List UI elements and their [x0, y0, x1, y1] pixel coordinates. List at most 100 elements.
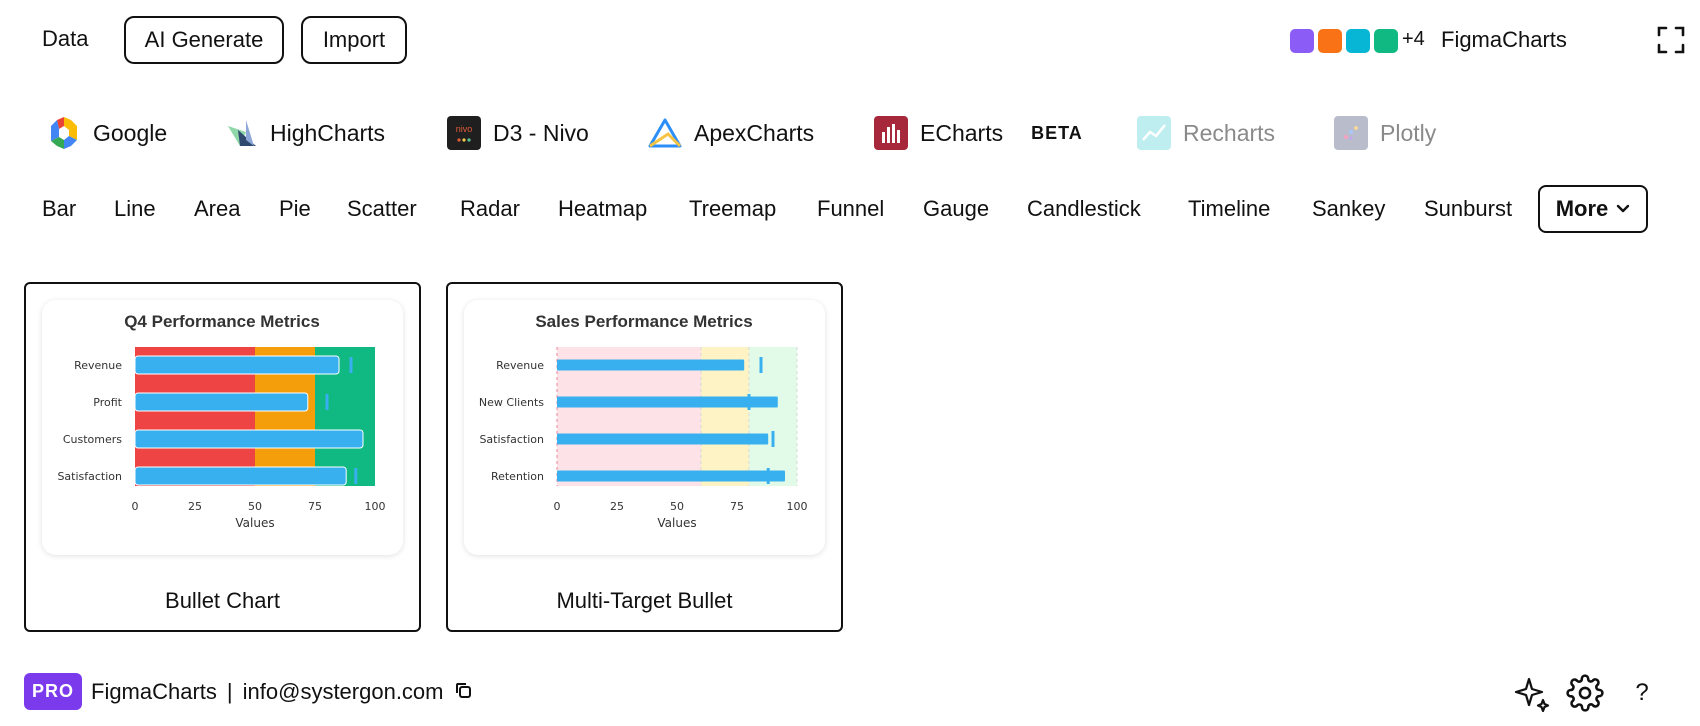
sparkle-icon[interactable] [1512, 673, 1552, 713]
library-google[interactable]: Google [47, 110, 167, 156]
chart-card-multi-target-bullet[interactable]: Sales Performance Metrics Revenue New Clie… [446, 282, 843, 632]
top-bar: Data AI Generate Import +4 FigmaCharts [0, 0, 1700, 82]
color-swatch[interactable] [1290, 29, 1314, 53]
library-row: Google HighCharts nivo D3 - Nivo ApexCha… [0, 110, 1700, 156]
chart-type-gauge[interactable]: Gauge [923, 185, 989, 233]
chart-type-scatter[interactable]: Scatter [347, 185, 417, 233]
library-label: HighCharts [270, 119, 386, 146]
nivo-logo-text: nivo [456, 124, 473, 134]
target-marker [325, 394, 329, 410]
library-highcharts[interactable]: HighCharts [224, 110, 385, 156]
x-tick-label: 0 [554, 500, 561, 513]
help-icon[interactable]: ? [1622, 673, 1662, 713]
ai-generate-button[interactable]: AI Generate [124, 16, 284, 64]
apexcharts-logo-icon [648, 116, 682, 150]
color-swatch[interactable] [1374, 29, 1398, 53]
value-bar [557, 470, 785, 482]
footer-brand: FigmaCharts [91, 679, 217, 704]
x-tick-label: 50 [248, 500, 262, 513]
target-marker [747, 394, 751, 410]
target-marker [759, 357, 763, 373]
x-axis-label: Values [657, 516, 696, 530]
library-echarts[interactable]: ECharts BETA [874, 110, 1083, 156]
category-label: New Clients [479, 396, 544, 409]
copy-icon[interactable] [454, 679, 472, 705]
value-bar [134, 466, 347, 486]
chart-type-radar[interactable]: Radar [460, 185, 520, 233]
category-label: Customers [63, 433, 122, 446]
value-bar [134, 429, 364, 449]
value-bar [557, 396, 778, 408]
range-band [749, 347, 797, 486]
x-tick-label: 100 [787, 500, 808, 513]
nivo-logo-icon: nivo [447, 116, 481, 150]
more-label: More [1555, 196, 1609, 221]
value-bar [557, 433, 769, 445]
category-label: Revenue [496, 359, 544, 372]
chart-type-sunburst[interactable]: Sunburst [1424, 185, 1512, 233]
target-marker [349, 357, 353, 373]
import-button[interactable]: Import [301, 16, 407, 64]
chart-preview: Sales Performance Metrics Revenue New Clie… [464, 300, 825, 555]
color-swatch[interactable] [1346, 29, 1370, 53]
library-label: Recharts [1183, 119, 1276, 146]
chart-type-heatmap[interactable]: Heatmap [558, 185, 647, 233]
chart-preview: Q4 Performance Metrics Revenue Profit Custo… [42, 300, 403, 555]
pro-badge[interactable]: PRO [24, 673, 82, 710]
plotly-logo-icon [1334, 116, 1368, 150]
chart-type-treemap[interactable]: Treemap [689, 185, 776, 233]
value-bar [134, 392, 309, 412]
value-bar [134, 355, 340, 375]
library-label: D3 - Nivo [493, 119, 589, 146]
chart-title: Q4 Performance Metrics [124, 312, 320, 331]
chart-card-bullet[interactable]: Q4 Performance Metrics Revenue Profit Custo… [24, 282, 421, 632]
library-label: ECharts [920, 119, 1004, 146]
library-apexcharts[interactable]: ApexCharts [648, 110, 814, 156]
expand-icon[interactable] [1657, 26, 1685, 54]
highcharts-logo-icon [224, 116, 258, 150]
chart-type-area[interactable]: Area [194, 185, 240, 233]
gear-icon[interactable] [1565, 673, 1605, 713]
brand-name: FigmaCharts [1441, 27, 1567, 52]
color-swatch[interactable] [1318, 29, 1342, 53]
chart-type-timeline[interactable]: Timeline [1188, 185, 1270, 233]
chevron-down-icon [1617, 204, 1630, 213]
card-title: Bullet Chart [165, 588, 280, 613]
library-nivo[interactable]: nivo D3 - Nivo [447, 110, 589, 156]
footer-email: info@systergon.com [242, 679, 444, 704]
category-label: Satisfaction [57, 470, 122, 483]
chart-title: Sales Performance Metrics [535, 312, 752, 331]
chart-type-funnel[interactable]: Funnel [817, 185, 884, 233]
multi-target-bullet-chart: Sales Performance Metrics Revenue New Clie… [479, 312, 808, 530]
x-tick-label: 25 [610, 500, 624, 513]
library-plotly[interactable]: Plotly [1334, 110, 1436, 156]
chart-type-sankey[interactable]: Sankey [1312, 185, 1385, 233]
footer: PRO FigmaCharts | info@systergon.com ? [0, 665, 1700, 721]
x-tick-label: 0 [132, 500, 139, 513]
google-logo-icon [47, 116, 81, 150]
chart-type-pie[interactable]: Pie [279, 185, 311, 233]
card-title: Multi-Target Bullet [556, 588, 733, 613]
data-tab[interactable]: Data [42, 26, 88, 52]
x-tick-label: 50 [670, 500, 684, 513]
chart-type-candlestick[interactable]: Candlestick [1027, 185, 1141, 233]
x-tick-label: 25 [188, 500, 202, 513]
recharts-logo-icon [1137, 116, 1171, 150]
chart-type-bar[interactable]: Bar [42, 185, 76, 233]
category-label: Satisfaction [479, 433, 544, 446]
chart-type-line[interactable]: Line [114, 185, 156, 233]
library-recharts[interactable]: Recharts [1137, 110, 1275, 156]
footer-separator: | [226, 679, 233, 704]
library-label: ApexCharts [694, 119, 815, 146]
x-tick-label: 100 [365, 500, 386, 513]
library-label: Google [93, 119, 168, 146]
more-button[interactable]: More [1538, 185, 1648, 233]
chart-type-row: Bar Line Area Pie Scatter Radar Heatmap … [0, 185, 1700, 233]
color-swatches[interactable] [1290, 29, 1398, 53]
x-tick-label: 75 [308, 500, 322, 513]
target-marker [354, 468, 358, 484]
more-colors-count[interactable]: +4 [1402, 28, 1425, 51]
x-axis-label: Values [235, 516, 274, 530]
bullet-chart: Q4 Performance Metrics Revenue Profit Custo… [57, 312, 386, 530]
category-label: Retention [491, 470, 544, 483]
